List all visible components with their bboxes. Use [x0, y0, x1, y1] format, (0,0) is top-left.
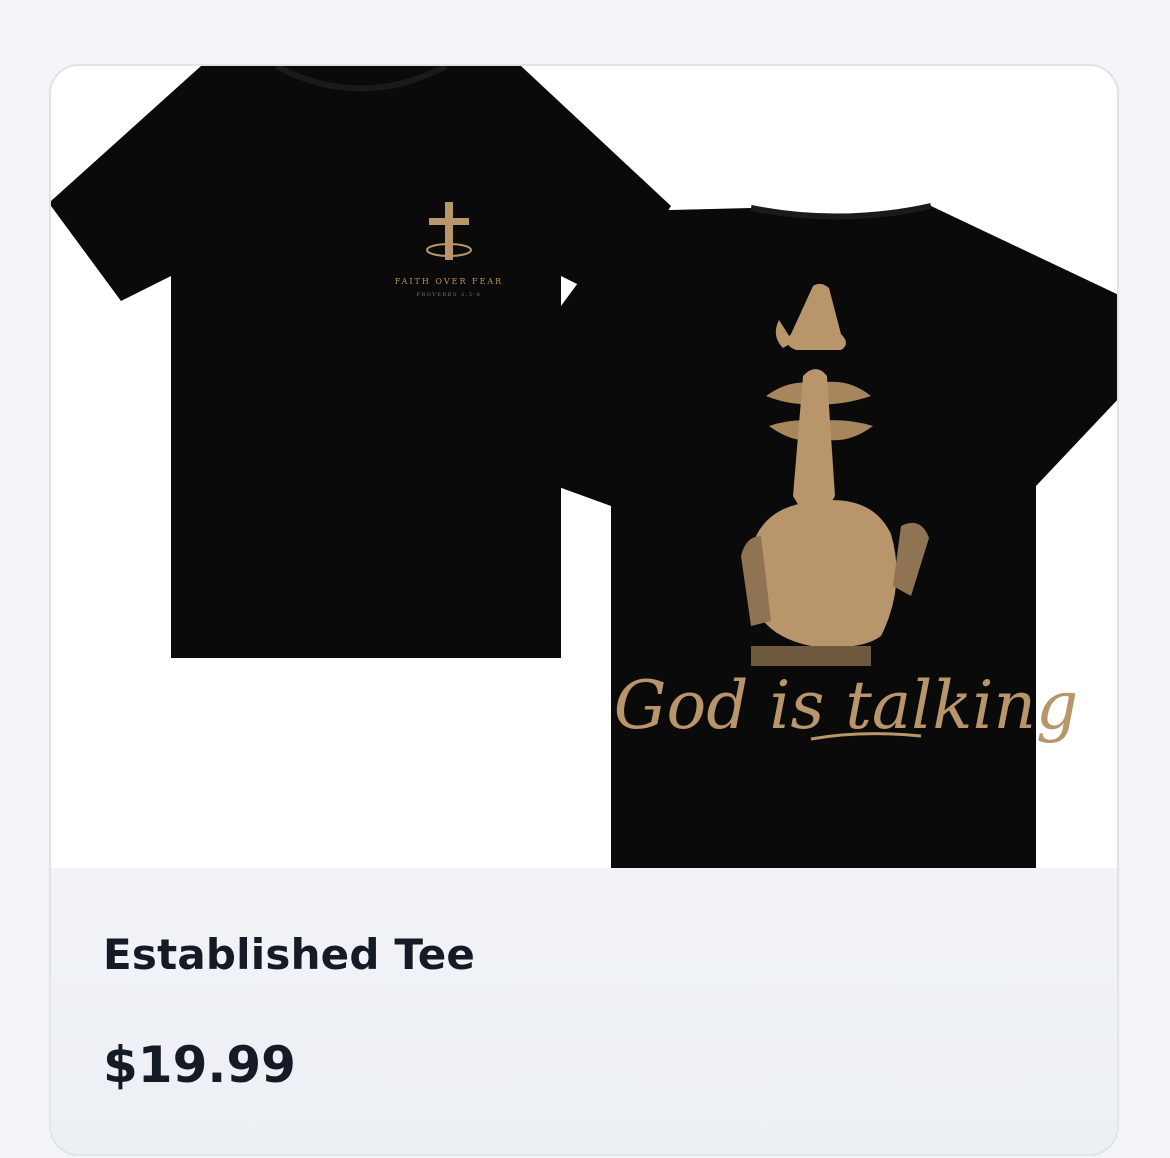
tshirt-illustration: FAITH OVER FEAR PROVERBS 3:5-6 God is ta… [51, 66, 1117, 868]
back-tshirt: God is talking [491, 203, 1117, 868]
front-print-line2: PROVERBS 3:5-6 [417, 292, 482, 298]
product-price: $19.99 [103, 1036, 296, 1094]
back-print-text: God is talking [614, 667, 1078, 744]
front-print-line1: FAITH OVER FEAR [395, 277, 503, 286]
product-info: Established Tee $19.99 [51, 868, 1117, 1154]
product-image[interactable]: FAITH OVER FEAR PROVERBS 3:5-6 God is ta… [51, 66, 1117, 868]
product-title[interactable]: Established Tee [103, 930, 475, 979]
product-card[interactable]: FAITH OVER FEAR PROVERBS 3:5-6 God is ta… [49, 64, 1119, 1156]
